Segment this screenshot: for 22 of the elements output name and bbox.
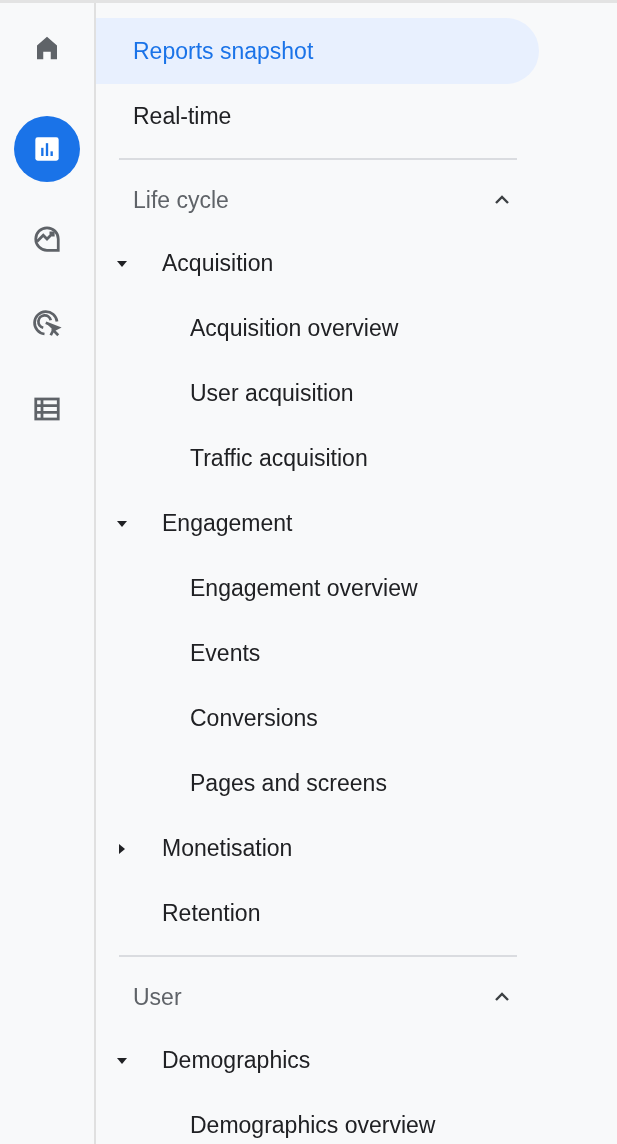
chevron-icon [494, 992, 510, 1002]
nav-item[interactable]: User acquisition [96, 361, 617, 426]
nav-group-item[interactable]: Monetisation [96, 816, 617, 881]
section-header[interactable]: Life cycle [96, 169, 518, 231]
nav-group-item[interactable]: Engagement [96, 491, 617, 556]
nav-item[interactable]: Pages and screens [96, 751, 617, 816]
target-cursor-icon [32, 309, 62, 339]
trend-chart-icon [32, 224, 62, 254]
nav-item[interactable]: Demographics overview [96, 1093, 617, 1144]
bar-chart-icon [33, 135, 61, 163]
section-header[interactable]: User [96, 966, 518, 1028]
nav-item[interactable]: Events [96, 621, 617, 686]
nav-item[interactable]: Real-time [96, 84, 539, 149]
nav-item[interactable]: Conversions [96, 686, 617, 751]
chevron-icon [494, 195, 510, 205]
nav-group-item[interactable]: Retention [96, 881, 617, 946]
nav-item[interactable]: Acquisition overview [96, 296, 617, 361]
nav-group-item[interactable]: Demographics [96, 1028, 617, 1093]
nav-item[interactable]: Engagement overview [96, 556, 617, 621]
nav-item[interactable]: Reports snapshot [96, 18, 539, 84]
nav-group-item[interactable]: Acquisition [96, 231, 617, 296]
nav-item[interactable]: Traffic acquisition [96, 426, 617, 491]
